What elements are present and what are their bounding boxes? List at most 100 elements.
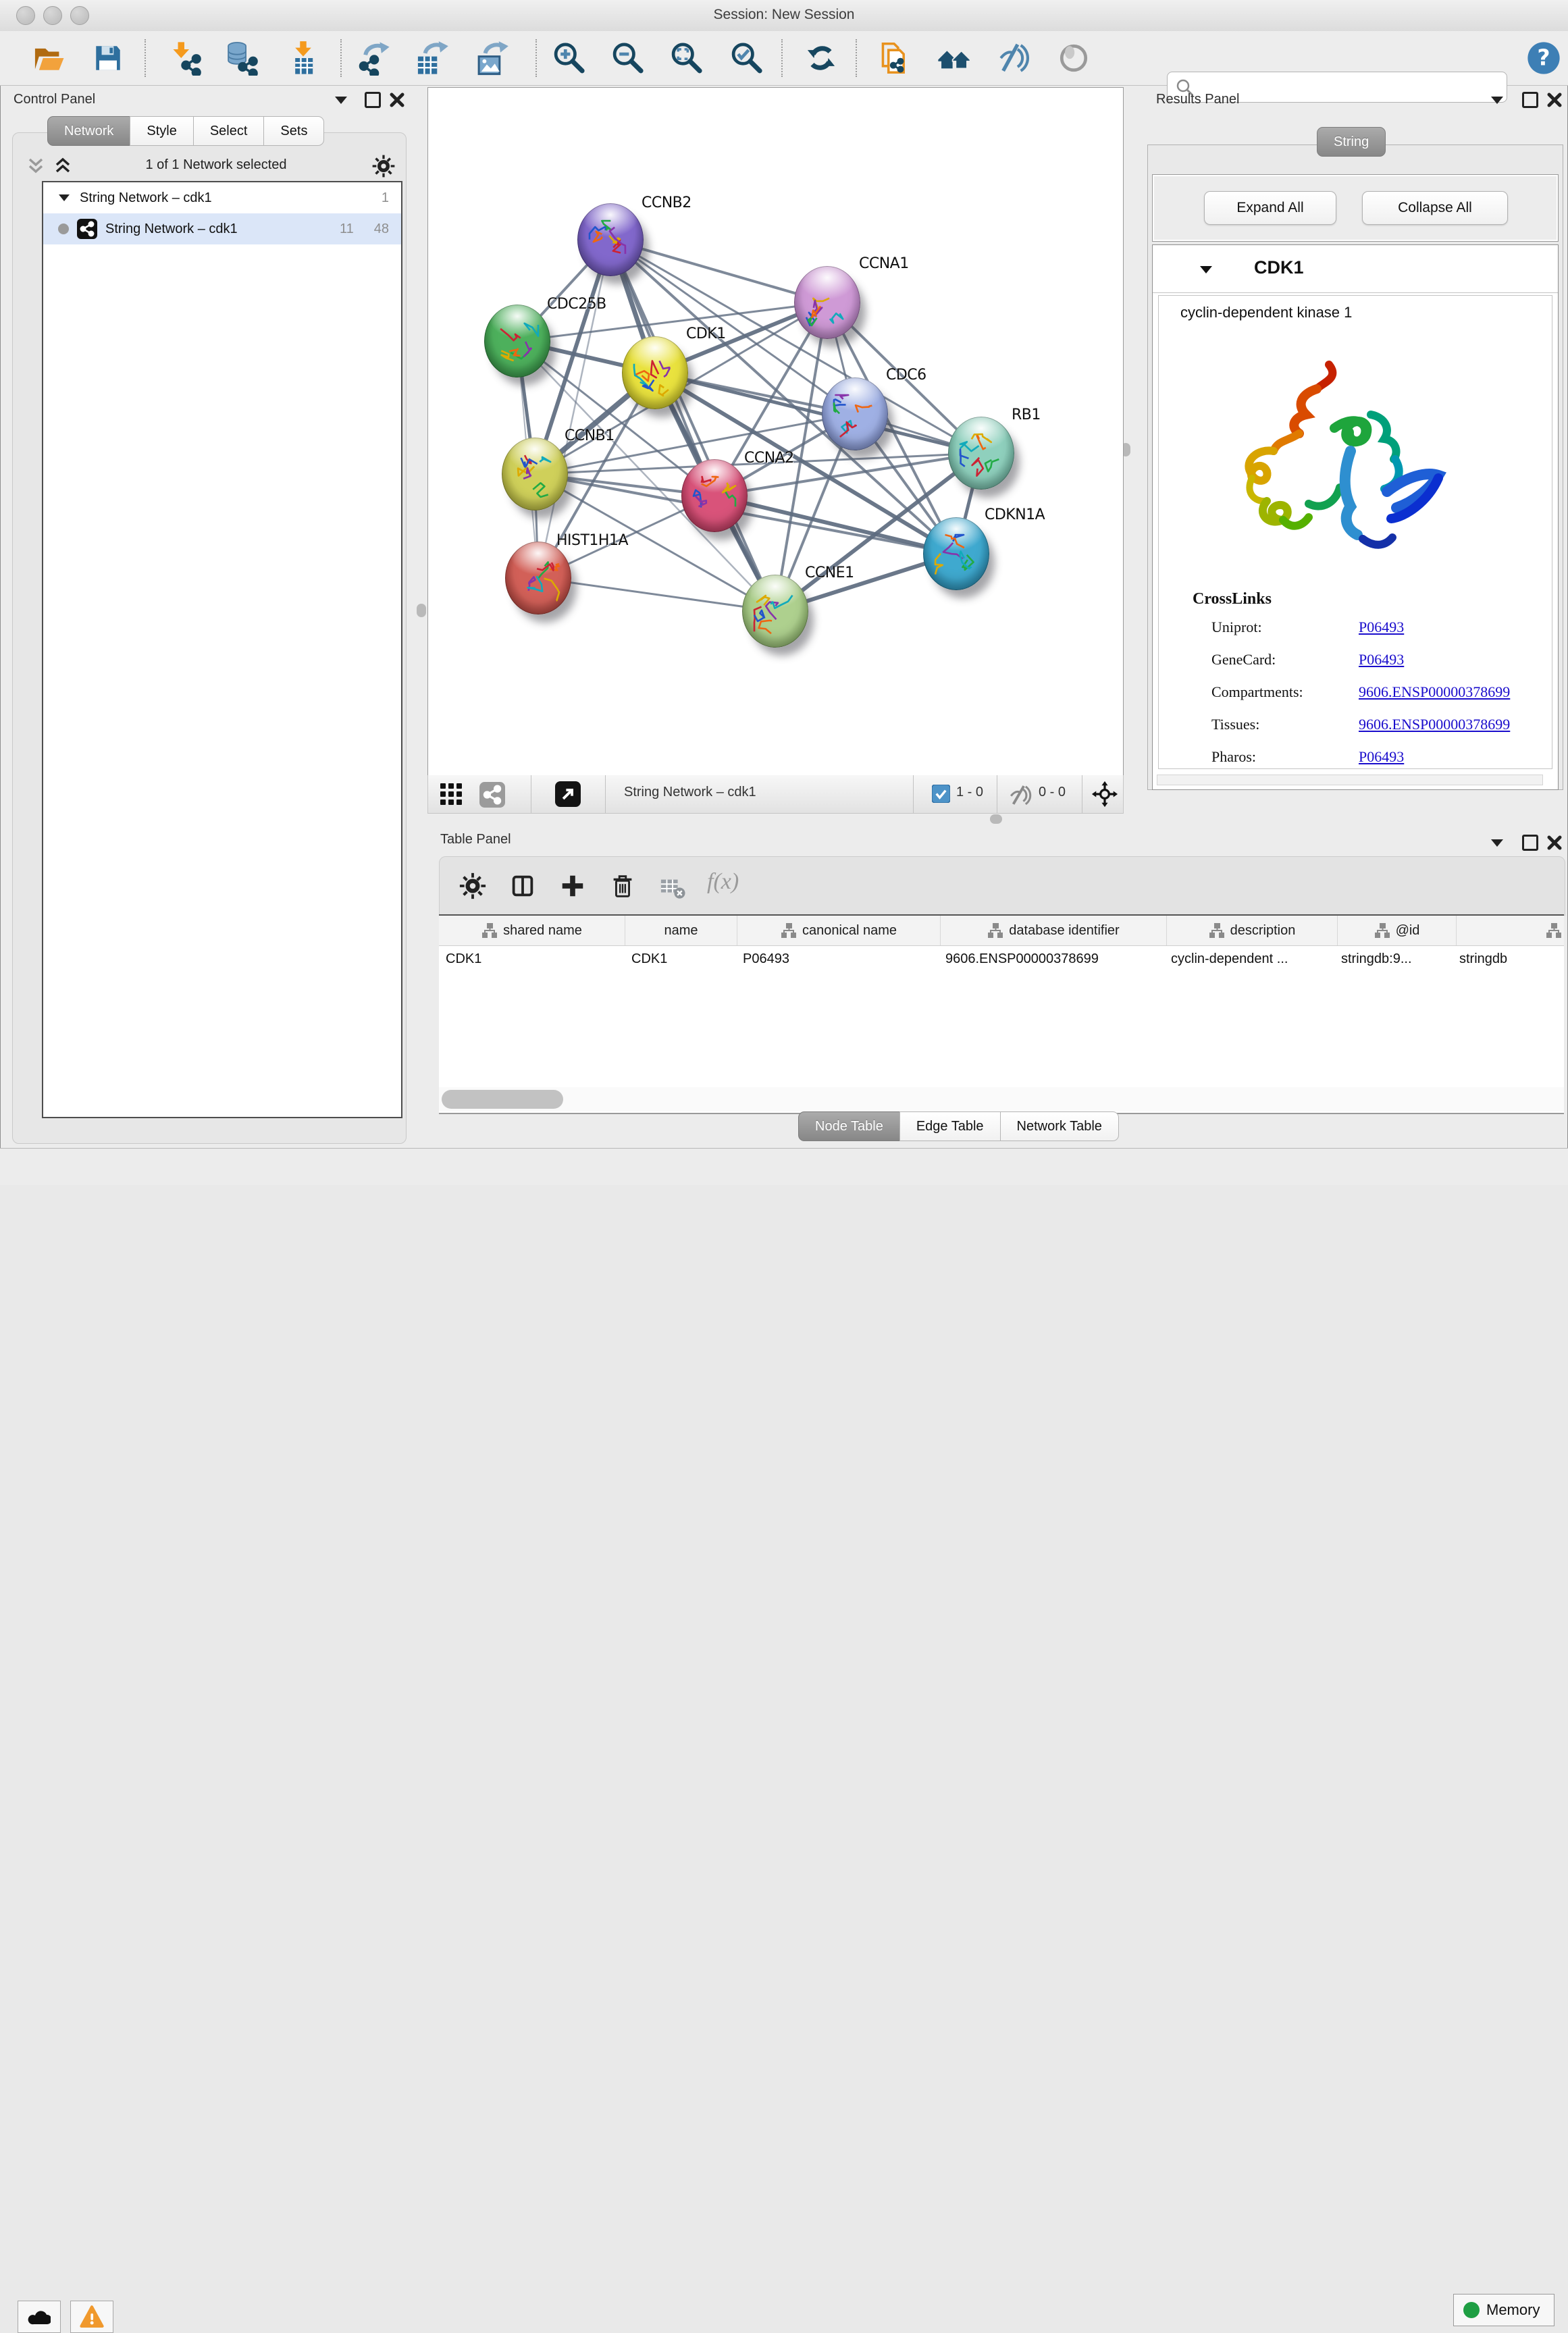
- left-splitter-handle[interactable]: [417, 604, 426, 617]
- results-panel-maximize-icon[interactable]: [1522, 92, 1538, 108]
- toolbar-separator: [340, 39, 342, 77]
- crosslink-value-link[interactable]: 9606.ENSP00000378699: [1359, 716, 1510, 733]
- control-panel-float-icon[interactable]: [334, 95, 348, 105]
- structure-thumbnail-icon: [958, 431, 1005, 479]
- tab-network[interactable]: Network: [47, 116, 130, 146]
- view-toolbar-separator: [605, 775, 606, 813]
- crosslink-value-link[interactable]: P06493: [1359, 748, 1404, 766]
- save-session-icon[interactable]: [90, 41, 126, 76]
- crosslink-value-link[interactable]: P06493: [1359, 651, 1404, 669]
- network-options-gear-icon[interactable]: [371, 154, 396, 178]
- column-header-database-identifier[interactable]: database identifier: [941, 916, 1167, 945]
- tab-edge-table[interactable]: Edge Table: [899, 1111, 1001, 1141]
- collapse-all-icon[interactable]: [26, 157, 46, 176]
- crosslink-value-link[interactable]: 9606.ENSP00000378699: [1359, 683, 1510, 701]
- selected-checkbox-icon[interactable]: [932, 785, 950, 803]
- tab-select[interactable]: Select: [193, 116, 265, 146]
- home-string-icon[interactable]: [937, 41, 972, 76]
- add-column-icon[interactable]: [558, 872, 587, 900]
- table-cell: CDK1: [439, 946, 625, 976]
- network-node-cdkn1a[interactable]: [923, 517, 989, 590]
- network-node-ccnb2[interactable]: [577, 203, 644, 276]
- table-cell: cyclin-dependent ...: [1164, 946, 1334, 976]
- delete-column-icon[interactable]: [608, 872, 637, 900]
- cloud-status-button[interactable]: [18, 2301, 61, 2333]
- import-network-from-database-icon[interactable]: [224, 41, 259, 76]
- results-scrollbar-track[interactable]: [1157, 775, 1543, 785]
- node-label-cdc25b: CDC25B: [547, 296, 606, 313]
- refresh-icon[interactable]: [804, 41, 839, 76]
- tab-node-table[interactable]: Node Table: [798, 1111, 900, 1141]
- table-panel-float-icon[interactable]: [1490, 837, 1505, 848]
- export-image-icon[interactable]: [474, 41, 509, 76]
- network-node-ccna2[interactable]: [681, 459, 748, 532]
- network-node-ccnb1[interactable]: [502, 438, 568, 510]
- help-icon[interactable]: ?: [1526, 41, 1561, 76]
- hidden-count: 0 - 0: [1039, 785, 1066, 800]
- control-panel-close-icon[interactable]: [389, 92, 405, 108]
- table-gear-icon[interactable]: [459, 872, 487, 900]
- column-header-name[interactable]: name: [625, 916, 737, 945]
- column-header-label: @id: [1396, 923, 1420, 939]
- control-panel-maximize-icon[interactable]: [365, 92, 381, 108]
- network-node-rb1[interactable]: [948, 417, 1014, 490]
- clone-network-icon[interactable]: [877, 41, 912, 76]
- export-network-icon[interactable]: [356, 41, 391, 76]
- pan-crosshair-icon[interactable]: [1091, 781, 1118, 808]
- tab-sets[interactable]: Sets: [263, 116, 324, 146]
- results-panel-float-icon[interactable]: [1490, 95, 1505, 105]
- table-row[interactable]: CDK1CDK1P064939606.ENSP00000378699cyclin…: [439, 946, 1564, 976]
- tab-style[interactable]: Style: [130, 116, 193, 146]
- gene-entry-header[interactable]: CDK1: [1153, 245, 1558, 293]
- results-panel-close-icon[interactable]: [1546, 92, 1563, 108]
- tab-network-table[interactable]: Network Table: [1000, 1111, 1119, 1141]
- column-header-namespace[interactable]: namespace: [1457, 916, 1564, 945]
- export-table-icon[interactable]: [414, 41, 449, 76]
- network-collection-row[interactable]: String Network – cdk1 1: [43, 182, 401, 213]
- collection-expand-icon[interactable]: [58, 193, 70, 203]
- expand-all-icon[interactable]: [53, 157, 73, 176]
- gene-collapse-icon[interactable]: [1199, 264, 1213, 275]
- table-scrollbar-track[interactable]: [439, 1087, 1564, 1111]
- table-panel-maximize-icon[interactable]: [1522, 835, 1538, 851]
- bottom-splitter-handle[interactable]: [990, 814, 1002, 824]
- zoom-selected-icon[interactable]: [729, 41, 764, 76]
- zoom-out-icon[interactable]: [610, 41, 645, 76]
- svg-text:?: ?: [1537, 45, 1550, 71]
- crosslink-value-link[interactable]: P06493: [1359, 619, 1404, 636]
- table-scrollbar-thumb[interactable]: [442, 1090, 563, 1109]
- network-node-cdk1[interactable]: [622, 336, 688, 409]
- hide-glass-icon[interactable]: [996, 41, 1031, 76]
- column-header-label: shared name: [503, 923, 582, 939]
- import-table-icon[interactable]: [286, 41, 321, 76]
- memory-button[interactable]: Memory: [1453, 2294, 1554, 2326]
- network-canvas[interactable]: CCNB2CCNA1CDC25BCDK1CDC6RB1CCNB1CCNA2CDK…: [427, 87, 1124, 777]
- zoom-in-icon[interactable]: [551, 41, 586, 76]
- tab-string[interactable]: String: [1317, 127, 1386, 157]
- column-header-shared-name[interactable]: shared name: [439, 916, 625, 945]
- network-node-hist1h1a[interactable]: [505, 542, 571, 614]
- zoom-fit-icon[interactable]: [669, 41, 704, 76]
- open-in-window-icon[interactable]: [555, 781, 581, 807]
- select-columns-icon[interactable]: [508, 872, 537, 900]
- column-header--id[interactable]: @id: [1338, 916, 1457, 945]
- import-network-icon[interactable]: [167, 41, 202, 76]
- string-view-icon[interactable]: [479, 782, 505, 808]
- network-node-ccne1[interactable]: [742, 575, 808, 648]
- warning-status-button[interactable]: [70, 2301, 113, 2333]
- open-session-icon[interactable]: [31, 41, 66, 76]
- network-node-cdc25b[interactable]: [484, 305, 550, 377]
- node-label-cdc6: CDC6: [886, 367, 926, 384]
- expand-all-button[interactable]: Expand All: [1204, 191, 1336, 225]
- grid-view-icon[interactable]: [440, 783, 463, 806]
- table-panel-close-icon[interactable]: [1546, 835, 1563, 851]
- toolbar-separator: [856, 39, 857, 77]
- network-row[interactable]: String Network – cdk1 11 48: [43, 213, 401, 244]
- column-header-description[interactable]: description: [1167, 916, 1338, 945]
- network-node-ccna1[interactable]: [794, 266, 860, 339]
- network-node-cdc6[interactable]: [822, 377, 888, 450]
- column-header-canonical-name[interactable]: canonical name: [737, 916, 941, 945]
- tree-hierarchy-icon: [1374, 922, 1390, 939]
- show-glass-icon[interactable]: [1056, 41, 1091, 76]
- collapse-all-button[interactable]: Collapse All: [1362, 191, 1508, 225]
